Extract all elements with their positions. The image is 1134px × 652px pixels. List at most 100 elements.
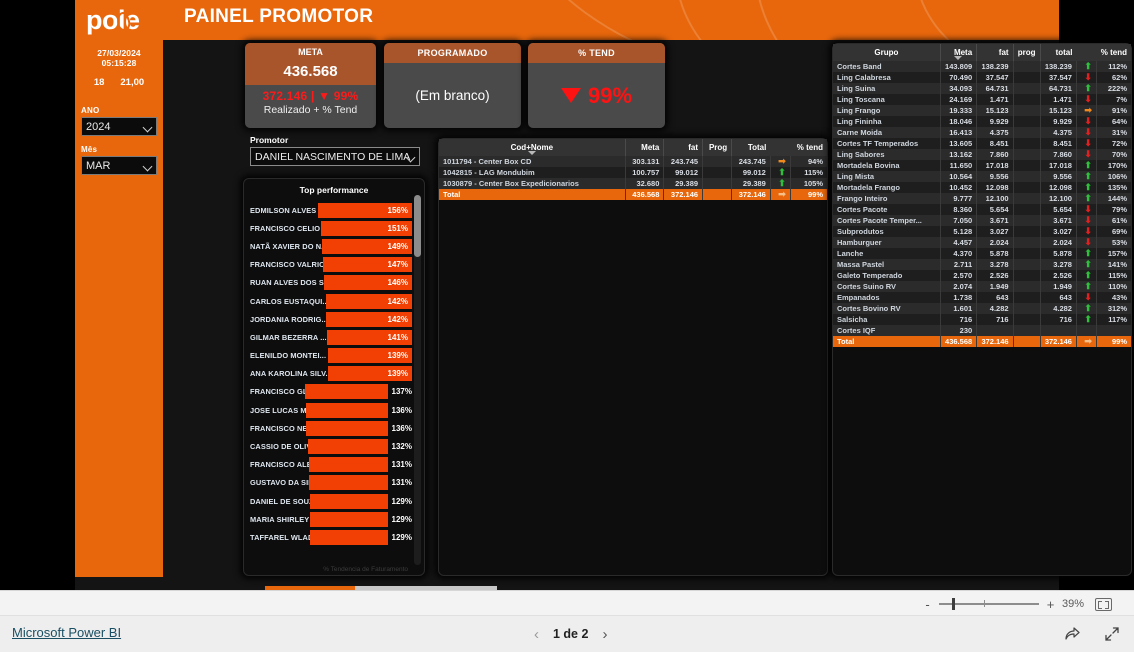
filter-ano-dropdown[interactable]: 2024 xyxy=(81,117,157,136)
table-cell: 106% xyxy=(1096,171,1131,182)
kpi-card-programado[interactable]: PROGRAMADO (Em branco) xyxy=(384,43,521,128)
column-header[interactable] xyxy=(770,139,791,156)
table-cell: 2.711 xyxy=(940,259,978,270)
top-performance-bar-row[interactable]: ANA KAROLINA SILV... 139% xyxy=(250,365,412,383)
column-header[interactable]: Meta xyxy=(625,139,665,156)
fullscreen-icon[interactable] xyxy=(1104,626,1120,642)
fit-to-page-icon[interactable] xyxy=(1095,597,1112,611)
table-row[interactable]: Lanche 4.370 5.878 5.878 ⬆ 157% xyxy=(833,248,1131,259)
column-header[interactable]: Grupo xyxy=(833,44,941,61)
table-row[interactable]: Hamburguer 4.457 2.024 2.024 ⬇ 53% xyxy=(833,237,1131,248)
table-row[interactable]: Ling Frango 19.333 15.123 15.123 ➡ 91% xyxy=(833,105,1131,116)
top-performance-bar-row[interactable]: NATÃ XAVIER DO N... 149% xyxy=(250,237,412,255)
top-performance-bar-row[interactable]: FRANCISCO NEWT... 136% xyxy=(250,419,412,437)
table-row[interactable]: Mortadela Frango 10.452 12.098 12.098 ⬆ 135% xyxy=(833,182,1131,193)
column-header[interactable]: prog xyxy=(1013,44,1041,61)
top-performance-bar-row[interactable]: EDMILSON ALVES D... 156% xyxy=(250,201,412,219)
table-row[interactable]: Cortes TF Temperados 13.605 8.451 8.451 ⬇ 72% xyxy=(833,138,1131,149)
table-cell: 15.123 xyxy=(1040,105,1077,116)
share-icon[interactable] xyxy=(1064,626,1080,642)
table-row[interactable]: Frango Inteiro 9.777 12.100 12.100 ⬆ 144% xyxy=(833,193,1131,204)
bar-value-label: 141% xyxy=(387,332,408,342)
table-row[interactable]: 1011794 - Center Box CD 303.131 243.745 243… xyxy=(439,156,827,167)
top-performance-bar-row[interactable]: FRANCISCO CELIO ... 151% xyxy=(250,219,412,237)
promotor-slicer: Promotor DANIEL NASCIMENTO DE LIMA xyxy=(250,135,420,166)
top-performance-bar-row[interactable]: DANIEL DE SOUZA ... 129% xyxy=(250,492,412,510)
table-row[interactable]: 1042815 - LAG Mondubim 100.757 99.012 99.01… xyxy=(439,167,827,178)
column-header[interactable]: % tend xyxy=(790,139,827,156)
table-row[interactable]: Ling Calabresa 70.490 37.547 37.547 ⬇ 62% xyxy=(833,72,1131,83)
table-cell: 62% xyxy=(1096,72,1131,83)
table-row[interactable]: Massa Pastel 2.711 3.278 3.278 ⬆ 141% xyxy=(833,259,1131,270)
table-row[interactable]: Cortes Pacote Temper... 7.050 3.671 3.671 ⬇ 6… xyxy=(833,215,1131,226)
table-header-row: Grupo Meta fat prog total % tend xyxy=(833,44,1131,61)
column-header[interactable]: Cod+Nome xyxy=(439,139,626,156)
table-row[interactable]: Ling Suina 34.093 64.731 64.731 ⬆ 222% xyxy=(833,83,1131,94)
table-row[interactable]: Cortes Suino RV 2.074 1.949 1.949 ⬆ 110% xyxy=(833,281,1131,292)
top-performance-bar-row[interactable]: FRANCISCO GLEID... 137% xyxy=(250,383,412,401)
table-row[interactable]: Carne Moida 16.413 4.375 4.375 ⬇ 31% xyxy=(833,127,1131,138)
table-row[interactable]: Ling Toscana 24.169 1.471 1.471 ⬇ 7% xyxy=(833,94,1131,105)
table-row[interactable]: Cortes Band 143.809 138.239 138.239 ⬆ 112% xyxy=(833,61,1131,72)
table-row[interactable]: Cortes Pacote 8.360 5.654 5.654 ⬇ 79% xyxy=(833,204,1131,215)
top-performance-bar-row[interactable]: JORDANIA RODRIG... 142% xyxy=(250,310,412,328)
top-performance-bar-row[interactable]: MARIA SHIRLEY DE ... 129% xyxy=(250,510,412,528)
kpi-card-tend[interactable]: % TEND 99% xyxy=(528,43,665,128)
table-row[interactable]: Galeto Temperado 2.570 2.526 2.526 ⬆ 115% xyxy=(833,270,1131,281)
bar-category-label: NATÃ XAVIER DO N... xyxy=(250,241,322,251)
next-page-icon[interactable]: › xyxy=(602,626,607,643)
column-header[interactable]: % tend xyxy=(1096,44,1131,61)
table-cell xyxy=(1013,281,1041,292)
zoom-out-button[interactable]: - xyxy=(923,598,932,611)
table-row[interactable]: Empanados 1.738 643 643 ⬇ 43% xyxy=(833,292,1131,303)
bar-fill: 151% xyxy=(321,220,412,236)
table-row[interactable]: 1030879 - Center Box Expedicionarios 32.6… xyxy=(439,178,827,189)
top-performance-bar-row[interactable]: JOSE LUCAS MELO ... 136% xyxy=(250,401,412,419)
table-row[interactable]: Salsicha 716 716 716 ⬆ 117% xyxy=(833,314,1131,325)
top-performance-bar-row[interactable]: FRANCISCO VALRIC... 147% xyxy=(250,256,412,274)
table-row[interactable]: Ling Mista 10.564 9.556 9.556 ⬆ 106% xyxy=(833,171,1131,182)
top-performance-bar-row[interactable]: GILMAR BEZERRA ... 141% xyxy=(250,328,412,346)
table-cell: 18.046 xyxy=(940,116,978,127)
top-performance-bar-row[interactable]: TAFFAREL WLADSO... 129% xyxy=(250,528,412,546)
column-header[interactable]: Meta xyxy=(940,44,978,61)
table-cell: Frango Inteiro xyxy=(833,193,941,204)
kpi-card-meta[interactable]: META 436.568 372.146 | ▼ 99% Realizado +… xyxy=(245,43,376,128)
top-performance-bar-row[interactable]: FRANCISCO ALEXA... 131% xyxy=(250,456,412,474)
top-performance-bar-row[interactable]: CARLOS EUSTAQUI... 142% xyxy=(250,292,412,310)
column-header[interactable]: fat xyxy=(976,44,1014,61)
table-row[interactable]: Subprodutos 5.128 3.027 3.027 ⬇ 69% xyxy=(833,226,1131,237)
scrollbar-thumb[interactable] xyxy=(414,195,421,257)
column-header[interactable]: total xyxy=(1040,44,1077,61)
table-cell: 716 xyxy=(1040,314,1077,325)
zoom-in-button[interactable]: + xyxy=(1046,598,1055,611)
trend-up-icon: ⬆ xyxy=(1084,160,1092,170)
column-header[interactable]: fat xyxy=(663,139,704,156)
promotor-label: Promotor xyxy=(250,135,289,145)
zoom-slider-thumb[interactable] xyxy=(952,598,955,610)
table-row[interactable]: Mortadela Bovina 11.650 17.018 17.018 ⬆ 170% xyxy=(833,160,1131,171)
top-performance-scrollbar[interactable] xyxy=(414,195,421,565)
top-performance-bar-row[interactable]: CASSIO DE OLIVEIR... 132% xyxy=(250,437,412,455)
table-row[interactable]: Ling Fininha 18.046 9.929 9.929 ⬇ 64% xyxy=(833,116,1131,127)
table-cell: 8.451 xyxy=(1040,138,1077,149)
previous-page-icon[interactable]: ‹ xyxy=(534,626,539,643)
column-header[interactable] xyxy=(1076,44,1097,61)
table-row[interactable]: Cortes Bovino RV 1.601 4.282 4.282 ⬆ 312% xyxy=(833,303,1131,314)
bar-value-label: 136% xyxy=(391,423,412,433)
top-performance-bar-row[interactable]: ELENILDO MONTEI... 139% xyxy=(250,347,412,365)
table-row[interactable]: Cortes IQF 230 xyxy=(833,325,1131,336)
bar-value-label: 142% xyxy=(387,314,408,324)
filter-mes-dropdown[interactable]: MAR xyxy=(81,156,157,175)
sort-descending-icon xyxy=(527,151,536,155)
table-row[interactable]: Ling Sabores 13.162 7.860 7.860 ⬇ 70% xyxy=(833,149,1131,160)
column-header[interactable]: Total xyxy=(731,139,771,156)
column-header[interactable]: Prog xyxy=(702,139,733,156)
top-performance-bar-row[interactable]: GUSTAVO DA SILVA ... 131% xyxy=(250,474,412,492)
promotor-dropdown[interactable]: DANIEL NASCIMENTO DE LIMA xyxy=(250,147,420,166)
trend-down-icon: ▼ xyxy=(318,89,331,103)
top-performance-bar-row[interactable]: RUAN ALVES DOS S... 146% xyxy=(250,274,412,292)
table-cell xyxy=(1013,127,1041,138)
zoom-slider-track[interactable] xyxy=(939,598,1039,610)
microsoft-power-bi-link[interactable]: Microsoft Power BI xyxy=(12,625,121,640)
